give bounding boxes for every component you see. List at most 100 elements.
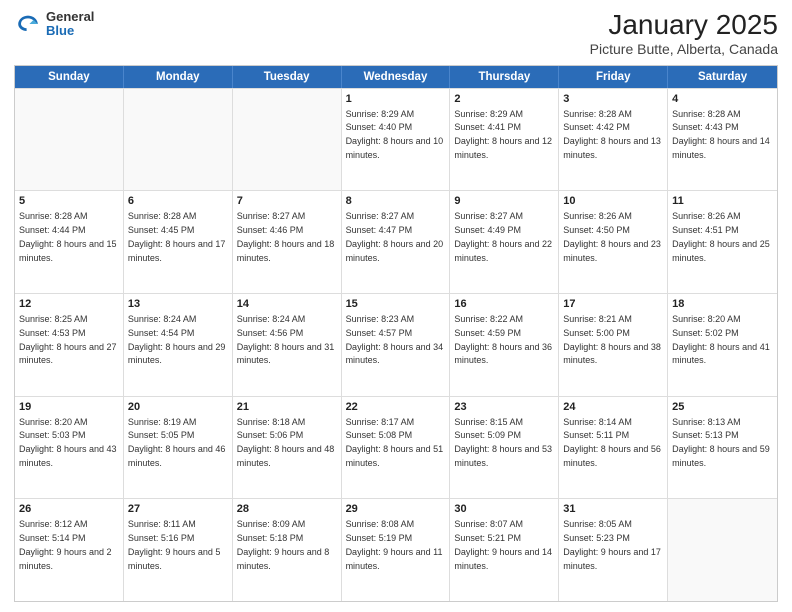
- cal-cell: 4 Sunrise: 8:28 AMSunset: 4:43 PMDaylight…: [668, 89, 777, 191]
- cell-info: Sunrise: 8:22 AMSunset: 4:59 PMDaylight:…: [454, 314, 552, 365]
- cal-row-5: 26 Sunrise: 8:12 AMSunset: 5:14 PMDayligh…: [15, 498, 777, 601]
- day-number: 12: [19, 297, 119, 312]
- day-number: 19: [19, 400, 119, 415]
- cell-info: Sunrise: 8:19 AMSunset: 5:05 PMDaylight:…: [128, 417, 226, 468]
- day-number: 14: [237, 297, 337, 312]
- day-number: 25: [672, 400, 773, 415]
- cal-cell: 15Sunrise: 8:23 AMSunset: 4:57 PMDayligh…: [342, 294, 451, 396]
- cal-cell: 19Sunrise: 8:20 AMSunset: 5:03 PMDayligh…: [15, 397, 124, 499]
- logo-general: General: [46, 10, 94, 24]
- cal-cell: 22Sunrise: 8:17 AMSunset: 5:08 PMDayligh…: [342, 397, 451, 499]
- page: General Blue January 2025 Picture Butte,…: [0, 0, 792, 612]
- cell-info: Sunrise: 8:21 AMSunset: 5:00 PMDaylight:…: [563, 314, 661, 365]
- cal-cell: [15, 89, 124, 191]
- cell-info: Sunrise: 8:08 AMSunset: 5:19 PMDaylight:…: [346, 519, 443, 570]
- day-number: 9: [454, 194, 554, 209]
- cal-cell: 5 Sunrise: 8:28 AMSunset: 4:44 PMDaylight…: [15, 191, 124, 293]
- cal-cell: 12Sunrise: 8:25 AMSunset: 4:53 PMDayligh…: [15, 294, 124, 396]
- cell-info: Sunrise: 8:28 AMSunset: 4:45 PMDaylight:…: [128, 211, 226, 262]
- cal-cell: [233, 89, 342, 191]
- cell-info: Sunrise: 8:12 AMSunset: 5:14 PMDaylight:…: [19, 519, 112, 570]
- cal-header-sunday: Sunday: [15, 66, 124, 88]
- cal-header-tuesday: Tuesday: [233, 66, 342, 88]
- cell-info: Sunrise: 8:24 AMSunset: 4:54 PMDaylight:…: [128, 314, 226, 365]
- cal-cell: 11Sunrise: 8:26 AMSunset: 4:51 PMDayligh…: [668, 191, 777, 293]
- cal-cell: 30 Sunrise: 8:07 AMSunset: 5:21 PMDayligh…: [450, 499, 559, 601]
- cell-info: Sunrise: 8:27 AMSunset: 4:46 PMDaylight:…: [237, 211, 335, 262]
- cell-info: Sunrise: 8:28 AMSunset: 4:43 PMDaylight:…: [672, 109, 770, 160]
- cell-info: Sunrise: 8:17 AMSunset: 5:08 PMDaylight:…: [346, 417, 444, 468]
- cell-info: Sunrise: 8:29 AMSunset: 4:41 PMDaylight:…: [454, 109, 552, 160]
- cal-cell: 16 Sunrise: 8:22 AMSunset: 4:59 PMDayligh…: [450, 294, 559, 396]
- cell-info: Sunrise: 8:09 AMSunset: 5:18 PMDaylight:…: [237, 519, 330, 570]
- cell-info: Sunrise: 8:14 AMSunset: 5:11 PMDaylight:…: [563, 417, 661, 468]
- cell-info: Sunrise: 8:13 AMSunset: 5:13 PMDaylight:…: [672, 417, 770, 468]
- day-number: 15: [346, 297, 446, 312]
- logo-text: General Blue: [46, 10, 94, 39]
- day-number: 6: [128, 194, 228, 209]
- day-number: 16: [454, 297, 554, 312]
- day-number: 28: [237, 502, 337, 517]
- calendar-body: 1 Sunrise: 8:29 AMSunset: 4:40 PMDaylight…: [15, 88, 777, 601]
- day-number: 7: [237, 194, 337, 209]
- day-number: 26: [19, 502, 119, 517]
- cell-info: Sunrise: 8:24 AMSunset: 4:56 PMDaylight:…: [237, 314, 335, 365]
- cell-info: Sunrise: 8:26 AMSunset: 4:50 PMDaylight:…: [563, 211, 661, 262]
- cal-cell: 2 Sunrise: 8:29 AMSunset: 4:41 PMDaylight…: [450, 89, 559, 191]
- cell-info: Sunrise: 8:18 AMSunset: 5:06 PMDaylight:…: [237, 417, 335, 468]
- day-number: 31: [563, 502, 663, 517]
- day-number: 18: [672, 297, 773, 312]
- cal-cell: 31Sunrise: 8:05 AMSunset: 5:23 PMDayligh…: [559, 499, 668, 601]
- day-number: 4: [672, 92, 773, 107]
- cal-cell: 28 Sunrise: 8:09 AMSunset: 5:18 PMDayligh…: [233, 499, 342, 601]
- cell-info: Sunrise: 8:11 AMSunset: 5:16 PMDaylight:…: [128, 519, 221, 570]
- day-number: 17: [563, 297, 663, 312]
- subtitle: Picture Butte, Alberta, Canada: [590, 41, 778, 57]
- cell-info: Sunrise: 8:20 AMSunset: 5:02 PMDaylight:…: [672, 314, 770, 365]
- cal-header-thursday: Thursday: [450, 66, 559, 88]
- cal-cell: 10 Sunrise: 8:26 AMSunset: 4:50 PMDayligh…: [559, 191, 668, 293]
- day-number: 21: [237, 400, 337, 415]
- day-number: 27: [128, 502, 228, 517]
- cal-cell: 18 Sunrise: 8:20 AMSunset: 5:02 PMDayligh…: [668, 294, 777, 396]
- cal-header-saturday: Saturday: [668, 66, 777, 88]
- cell-info: Sunrise: 8:29 AMSunset: 4:40 PMDaylight:…: [346, 109, 444, 160]
- cal-cell: 25 Sunrise: 8:13 AMSunset: 5:13 PMDayligh…: [668, 397, 777, 499]
- header: General Blue January 2025 Picture Butte,…: [14, 10, 778, 57]
- cell-info: Sunrise: 8:07 AMSunset: 5:21 PMDaylight:…: [454, 519, 552, 570]
- logo: General Blue: [14, 10, 94, 39]
- cell-info: Sunrise: 8:27 AMSunset: 4:47 PMDaylight:…: [346, 211, 444, 262]
- cal-row-3: 12Sunrise: 8:25 AMSunset: 4:53 PMDayligh…: [15, 293, 777, 396]
- title-area: January 2025 Picture Butte, Alberta, Can…: [590, 10, 778, 57]
- cal-cell: 27 Sunrise: 8:11 AMSunset: 5:16 PMDayligh…: [124, 499, 233, 601]
- day-number: 2: [454, 92, 554, 107]
- cal-cell: 8Sunrise: 8:27 AMSunset: 4:47 PMDaylight…: [342, 191, 451, 293]
- cal-cell: 14 Sunrise: 8:24 AMSunset: 4:56 PMDayligh…: [233, 294, 342, 396]
- cal-header-friday: Friday: [559, 66, 668, 88]
- cal-cell: 6 Sunrise: 8:28 AMSunset: 4:45 PMDaylight…: [124, 191, 233, 293]
- day-number: 20: [128, 400, 228, 415]
- cal-cell: 23 Sunrise: 8:15 AMSunset: 5:09 PMDayligh…: [450, 397, 559, 499]
- cal-cell: 17 Sunrise: 8:21 AMSunset: 5:00 PMDayligh…: [559, 294, 668, 396]
- cal-cell: 1 Sunrise: 8:29 AMSunset: 4:40 PMDaylight…: [342, 89, 451, 191]
- cal-row-2: 5 Sunrise: 8:28 AMSunset: 4:44 PMDaylight…: [15, 190, 777, 293]
- cal-cell: 13 Sunrise: 8:24 AMSunset: 4:54 PMDayligh…: [124, 294, 233, 396]
- day-number: 5: [19, 194, 119, 209]
- logo-blue: Blue: [46, 24, 94, 38]
- day-number: 23: [454, 400, 554, 415]
- day-number: 1: [346, 92, 446, 107]
- cal-cell: 26 Sunrise: 8:12 AMSunset: 5:14 PMDayligh…: [15, 499, 124, 601]
- cell-info: Sunrise: 8:26 AMSunset: 4:51 PMDaylight:…: [672, 211, 770, 262]
- cal-cell: 9Sunrise: 8:27 AMSunset: 4:49 PMDaylight…: [450, 191, 559, 293]
- day-number: 10: [563, 194, 663, 209]
- day-number: 30: [454, 502, 554, 517]
- cal-cell: 21 Sunrise: 8:18 AMSunset: 5:06 PMDayligh…: [233, 397, 342, 499]
- main-title: January 2025: [590, 10, 778, 41]
- cell-info: Sunrise: 8:28 AMSunset: 4:44 PMDaylight:…: [19, 211, 117, 262]
- cal-cell: 20 Sunrise: 8:19 AMSunset: 5:05 PMDayligh…: [124, 397, 233, 499]
- cal-header-wednesday: Wednesday: [342, 66, 451, 88]
- cell-info: Sunrise: 8:15 AMSunset: 5:09 PMDaylight:…: [454, 417, 552, 468]
- day-number: 13: [128, 297, 228, 312]
- cell-info: Sunrise: 8:28 AMSunset: 4:42 PMDaylight:…: [563, 109, 661, 160]
- day-number: 24: [563, 400, 663, 415]
